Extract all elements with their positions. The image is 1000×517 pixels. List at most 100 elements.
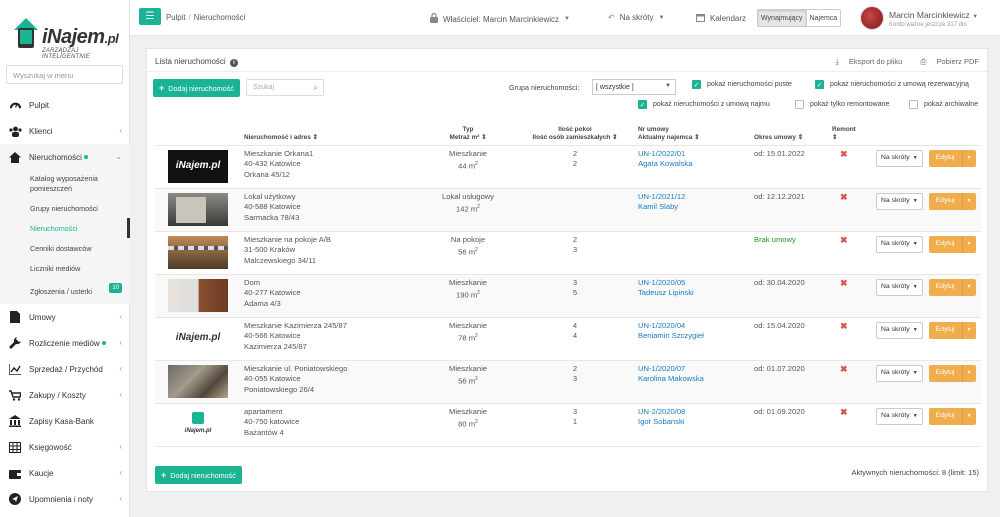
submenu-item-issues[interactable]: Zgłoszenia / usterki 10 [0, 278, 130, 304]
app-logo[interactable]: iNajem.pl ZARZĄDZAJ INTELIGENTNIE [12, 12, 120, 60]
shortcuts-dropdown-button[interactable]: Na skróty ▼ [876, 407, 923, 425]
edit-dropdown-toggle[interactable]: ▼ [961, 235, 976, 253]
contract-link[interactable]: UN-1/2020/04 [638, 321, 685, 330]
shortcuts-dropdown-button[interactable]: Na skróty ▼ [876, 235, 923, 253]
export-file-link[interactable]: ⤓ Eksport do pliku [828, 57, 903, 66]
filter-renovated-checkbox[interactable]: pokaż tylko remontowane [795, 100, 889, 109]
submenu-item-properties[interactable]: Nieruchomości [0, 218, 130, 238]
property-name[interactable]: Mieszkanie na pokoje A/B [244, 235, 331, 244]
user-menu[interactable]: Marcin Marcinkiewicz ▼ Konto ważne jeszc… [889, 10, 978, 28]
shortcuts-dropdown-button[interactable]: Na skróty ▼ [876, 192, 923, 210]
submenu-item-equipment-catalog[interactable]: Katalog wyposażenia pomieszczeń [0, 170, 130, 198]
property-thumbnail[interactable] [168, 235, 228, 269]
th-repair[interactable]: Remont ⇕ [828, 119, 866, 146]
property-thumbnail[interactable]: iNajem.pl [168, 149, 228, 183]
th-type[interactable]: Typ Metraż m² ⇕ [420, 119, 516, 146]
shortcuts-dropdown-button[interactable]: Na skróty ▼ [876, 278, 923, 296]
group-filter-select[interactable]: [ wszystkie ] ▼ [592, 79, 676, 95]
edit-button[interactable]: Edytuj [928, 407, 962, 425]
contract-link[interactable]: UN-2/2020/08 [638, 407, 685, 416]
property-name[interactable]: apartament [244, 407, 282, 416]
th-contract[interactable]: Nr umowy Aktualny najemca ⇕ [634, 119, 750, 146]
property-type: Mieszkanie [449, 320, 487, 330]
tenant-link[interactable]: Karolina Makowska [638, 374, 704, 383]
export-pdf-link[interactable]: ⎙ Pobierz PDF [912, 57, 979, 66]
property-name[interactable]: Mieszkanie ul. Poniatowskiego [244, 364, 347, 373]
th-period[interactable]: Okres umowy ⇕ [750, 119, 828, 146]
edit-dropdown-toggle[interactable]: ▼ [961, 192, 976, 210]
avatar[interactable] [860, 6, 884, 30]
contract-link[interactable]: UN-1/2021/12 [638, 192, 685, 201]
tenant-link[interactable]: Kamil Slaby [638, 202, 678, 211]
property-thumbnail[interactable] [168, 278, 228, 312]
shortcuts-dropdown-button[interactable]: Na skróty ▼ [876, 364, 923, 382]
search-input[interactable]: Szukaj ⌕ [246, 79, 324, 96]
sidebar-item-deposits[interactable]: Kaucje ‹ [0, 460, 130, 486]
edit-button[interactable]: Edytuj [928, 364, 962, 382]
sidebar-item-reminders[interactable]: Upomnienia i noty ‹ [0, 486, 130, 512]
property-name[interactable]: Mieszkanie Kazimierza 245/87 [244, 321, 347, 330]
breadcrumb-item[interactable]: Pulpit [166, 13, 186, 22]
edit-dropdown-toggle[interactable]: ▼ [961, 407, 976, 425]
edit-button[interactable]: Edytuj [928, 321, 962, 339]
edit-button[interactable]: Edytuj [928, 149, 962, 167]
tenant-link[interactable]: Igor Sobanski [638, 417, 684, 426]
cell-repair: ✖ [828, 317, 866, 361]
sidebar-item-cash-bank[interactable]: Zapisy Kasa-Bank [0, 408, 130, 434]
sidebar-item-pulpit[interactable]: Pulpit [0, 92, 130, 118]
sidebar-item-sales[interactable]: Sprzedaż / Przychód ‹ [0, 356, 130, 382]
contract-link[interactable]: UN-1/2020/07 [638, 364, 685, 373]
edit-button[interactable]: Edytuj [928, 192, 962, 210]
edit-button[interactable]: Edytuj [928, 278, 962, 296]
menu-toggle-button[interactable]: ☰ [139, 8, 161, 25]
shortcuts-dropdown-button[interactable]: Na skróty ▼ [876, 149, 923, 167]
sidebar-item-accounting[interactable]: Księgowość ‹ [0, 434, 130, 460]
property-name[interactable]: Dom [244, 278, 260, 287]
contract-link[interactable]: UN-1/2022/01 [638, 149, 685, 158]
shortcuts-dropdown[interactable]: ↶ Na skróty ▼ [608, 13, 664, 22]
mode-landlord-button[interactable]: Wynajmujący [758, 10, 806, 26]
th-label: Nr umowy [638, 125, 669, 133]
filter-reserved-checkbox[interactable]: ✓ pokaż nieruchomości z umową rezerwacyjn… [815, 80, 969, 89]
tenant-link[interactable]: Tadeusz Lipinski [638, 288, 694, 297]
edit-dropdown-toggle[interactable]: ▼ [961, 364, 976, 382]
shortcuts-dropdown-button[interactable]: Na skróty ▼ [876, 321, 923, 339]
property-thumbnail[interactable] [168, 192, 228, 226]
filter-rented-checkbox[interactable]: ✓ pokaż nieruchomości z umową najmu [638, 100, 770, 109]
tenant-link[interactable]: Beniamin Szczygieł [638, 331, 704, 340]
edit-button[interactable]: Edytuj [928, 235, 962, 253]
info-icon[interactable]: i [229, 59, 238, 67]
property-thumbnail[interactable]: iNajem.pl [168, 321, 228, 355]
owner-dropdown[interactable]: Właściciel: Marcin Marcinkiewicz ▼ [430, 12, 570, 25]
edit-button-group: Edytuj ▼ [928, 149, 976, 167]
tenant-link[interactable]: Agata Kowalska [638, 159, 692, 168]
menu-search-input[interactable]: Wyszukaj w menu [6, 65, 123, 84]
sidebar-item-umowy[interactable]: Umowy ‹ [0, 304, 130, 330]
submenu-item-property-groups[interactable]: Grupy nieruchomości [0, 198, 130, 218]
th-rooms[interactable]: Ilość pokoi Ilość osób zamieszkałych ⇕ [516, 119, 634, 146]
edit-dropdown-toggle[interactable]: ▼ [961, 321, 976, 339]
edit-dropdown-toggle[interactable]: ▼ [961, 278, 976, 296]
property-city: 40-750 katowice [244, 417, 300, 426]
mode-tenant-button[interactable]: Najemca [805, 10, 841, 26]
edit-dropdown-toggle[interactable]: ▼ [961, 149, 976, 167]
submenu-item-supplier-pricing[interactable]: Cenniki dostawców [0, 238, 130, 258]
calendar-link[interactable]: Kalendarz [696, 13, 746, 24]
contract-link[interactable]: UN-1/2020/05 [638, 278, 685, 287]
sidebar-item-klienci[interactable]: Klienci ‹ [0, 118, 130, 144]
add-property-button[interactable]: + Dodaj nieruchomość [153, 79, 240, 97]
property-thumbnail[interactable] [168, 364, 228, 398]
sidebar-item-purchases[interactable]: Zakupy / Koszty ‹ [0, 382, 130, 408]
submenu-item-meters[interactable]: Liczniki mediów [0, 258, 130, 278]
chevron-left-icon: ‹ [119, 364, 122, 373]
add-property-label: Dodaj nieruchomość [170, 470, 236, 480]
sidebar-item-media[interactable]: Rozliczenie mediów ‹ [0, 330, 130, 356]
add-property-bottom-button[interactable]: + Dodaj nieruchomość [155, 466, 242, 484]
filter-archived-checkbox[interactable]: pokaż archiwalne [909, 100, 978, 109]
th-address[interactable]: Nieruchomość i adres ⇕ [240, 119, 420, 146]
property-thumbnail[interactable]: iNajem.pl [168, 407, 228, 441]
sidebar-item-nieruchomosci[interactable]: Nieruchomości ⌄ [0, 144, 130, 170]
filter-empty-checkbox[interactable]: ✓ pokaż nieruchomości puste [692, 80, 792, 89]
property-name[interactable]: Mieszkanie Orkana1 [244, 149, 313, 158]
property-name[interactable]: Lokal użytkowy [244, 192, 296, 201]
